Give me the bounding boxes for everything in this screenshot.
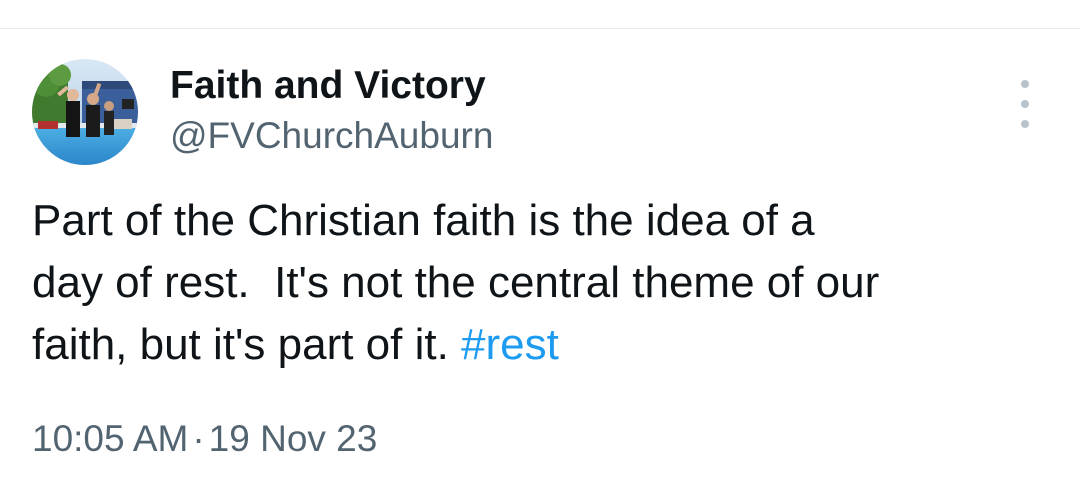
tweet-time: 10:05 AM — [32, 418, 189, 459]
author-name[interactable]: Faith and Victory — [170, 64, 486, 108]
more-vertical-icon — [1021, 100, 1029, 108]
more-options-button[interactable] — [1008, 80, 1042, 128]
tweet-text: Part of the Christian faith is the idea … — [32, 190, 1042, 376]
more-vertical-icon — [1021, 120, 1029, 128]
more-vertical-icon — [1021, 80, 1029, 88]
tweet-date: 19 Nov 23 — [208, 418, 378, 459]
tweet-text-line: day of rest. It's not the central theme … — [32, 258, 880, 307]
tweet-timestamp[interactable]: 10:05 AM · 19 Nov 23 — [32, 418, 377, 460]
tweet-card: Faith and Victory @FVChurchAuburn Part o… — [0, 0, 1080, 494]
avatar[interactable] — [32, 59, 138, 165]
tweet-text-line: faith, but it's part of it. — [32, 320, 462, 369]
profile-photo-icon — [32, 59, 138, 165]
author-handle[interactable]: @FVChurchAuburn — [170, 115, 493, 157]
top-divider — [0, 28, 1080, 29]
meta-separator: · — [192, 418, 205, 459]
tweet-text-line: Part of the Christian faith is the idea … — [32, 196, 815, 245]
hashtag-link[interactable]: #rest — [461, 320, 559, 369]
